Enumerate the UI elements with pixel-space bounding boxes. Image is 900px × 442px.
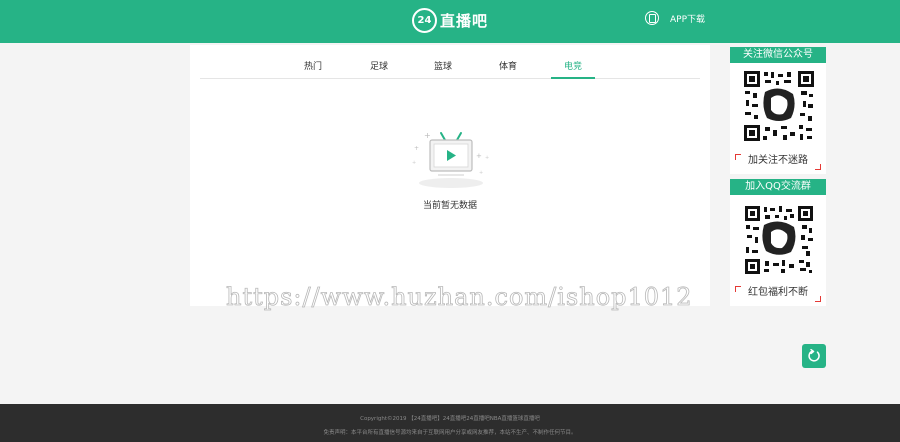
qq-card-title: 加入QQ交流群 bbox=[730, 179, 826, 195]
footer: Copyright©2019 【24直播吧】24直播吧24直播吧NBA直播篮球直… bbox=[0, 404, 900, 442]
watermark: https://www.huzhan.com/ishop1012 bbox=[226, 283, 693, 312]
tab-basketball[interactable]: 篮球 bbox=[434, 59, 452, 72]
svg-text:+: + bbox=[479, 170, 483, 176]
svg-text:+: + bbox=[424, 131, 431, 140]
qq-qr-code bbox=[744, 205, 814, 275]
svg-text:+: + bbox=[476, 152, 482, 160]
site-logo[interactable]: 24 直播吧 bbox=[412, 7, 488, 33]
tab-sports[interactable]: 体育 bbox=[499, 59, 517, 72]
tab-football[interactable]: 足球 bbox=[370, 59, 388, 72]
wechat-card-caption: 加关注不迷路 bbox=[735, 152, 821, 170]
qq-card: 加入QQ交流群 红包福利不断 bbox=[730, 179, 826, 306]
footer-copyright: Copyright©2019 【24直播吧】24直播吧24直播吧NBA直播篮球直… bbox=[360, 416, 540, 422]
tab-esports[interactable]: 电竞 bbox=[564, 59, 582, 72]
top-bar: 24 直播吧 APP下载 bbox=[0, 0, 900, 43]
refresh-button[interactable] bbox=[802, 344, 826, 368]
app-download-label: APP下载 bbox=[670, 14, 706, 25]
wechat-qr-code bbox=[743, 70, 815, 142]
refresh-icon bbox=[808, 349, 820, 362]
tv-play-icon: + + + + + + bbox=[412, 131, 489, 188]
footer-disclaimer: 免责声明：本平台所有直播信号源均来自于互联网用户分享或网友推荐，本站不生产、不制… bbox=[323, 430, 577, 436]
wechat-card: 关注微信公众号 加关注不迷路 bbox=[730, 47, 826, 174]
svg-text:+: + bbox=[414, 145, 419, 152]
svg-text:+: + bbox=[412, 160, 416, 166]
active-tab-indicator bbox=[551, 77, 595, 79]
tab-hot[interactable]: 热门 bbox=[304, 59, 322, 72]
phone-icon bbox=[645, 11, 659, 25]
logo-text: 直播吧 bbox=[440, 11, 489, 30]
qq-card-caption: 红包福利不断 bbox=[735, 284, 821, 302]
category-tabs: 热门 足球 篮球 体育 电竞 bbox=[200, 51, 700, 79]
logo-badge: 24 bbox=[412, 7, 437, 33]
app-download-link[interactable]: APP下载 bbox=[645, 11, 705, 25]
wechat-card-title: 关注微信公众号 bbox=[730, 47, 826, 63]
svg-text:+: + bbox=[485, 155, 489, 161]
